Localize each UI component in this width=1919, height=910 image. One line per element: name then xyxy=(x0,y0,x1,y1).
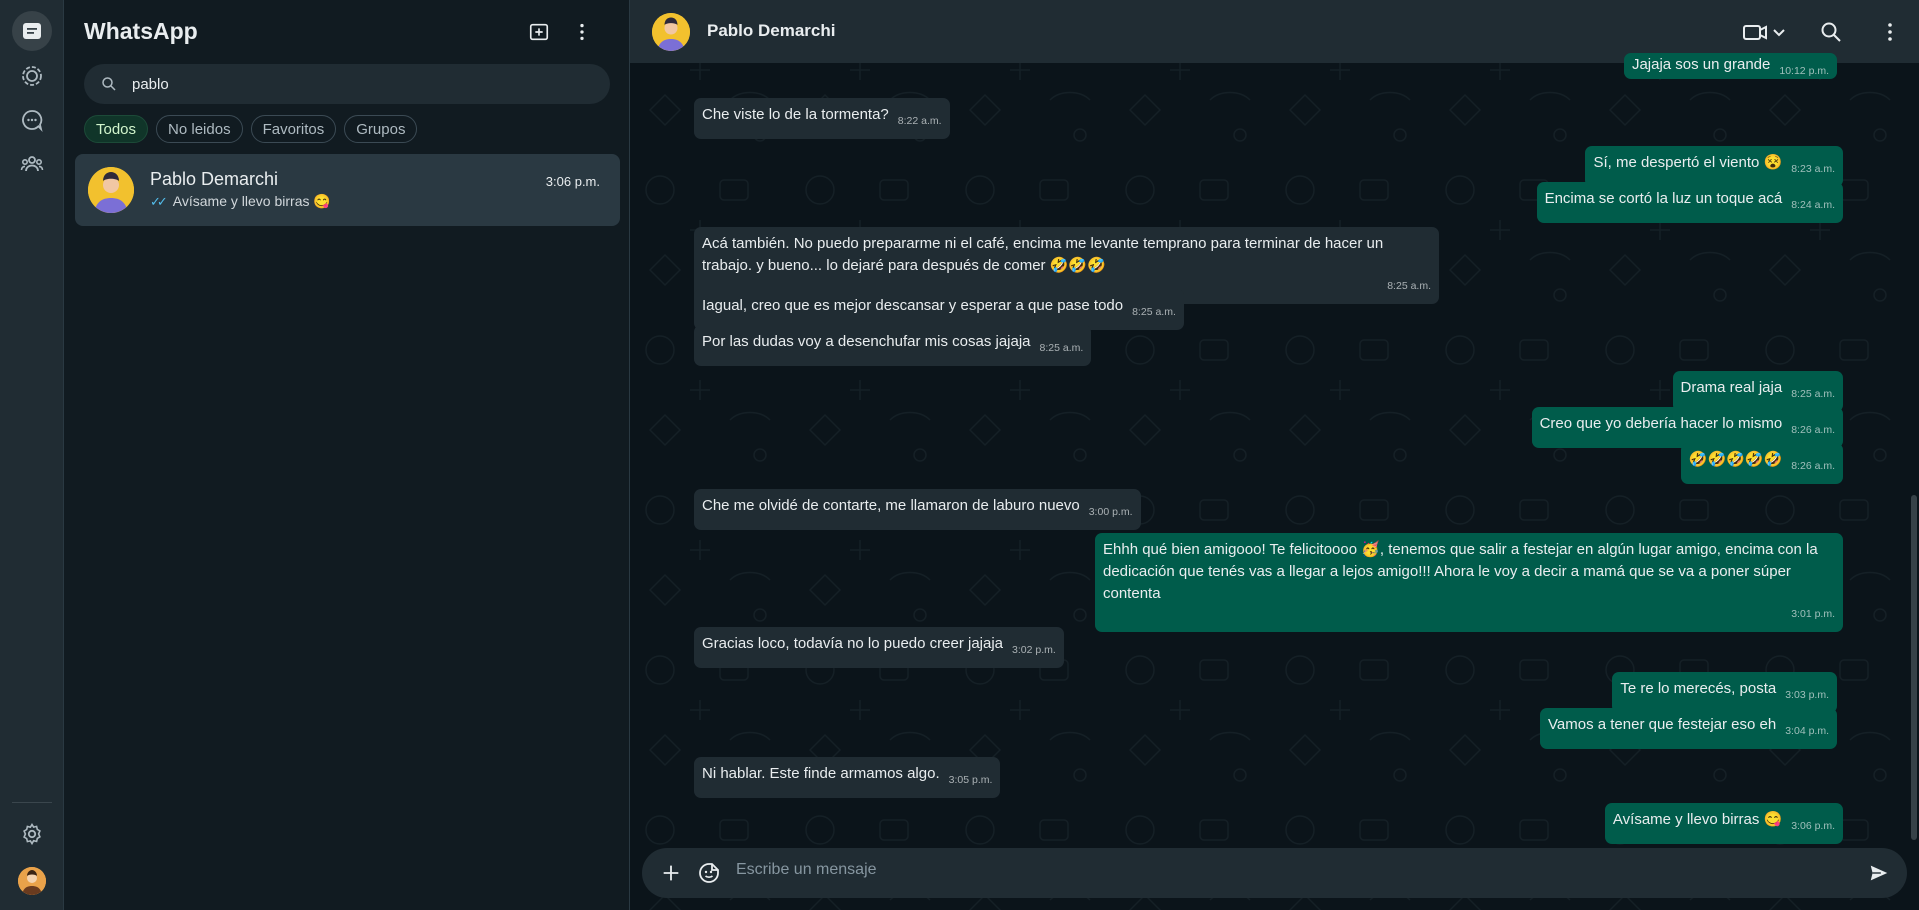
message-text: Avísame y llevo birras 😋 xyxy=(1612,811,1783,828)
chat-time: 3:06 p.m. xyxy=(545,174,600,189)
message-time: 8:26 a.m. xyxy=(1791,460,1835,472)
filter-grupos[interactable]: Grupos xyxy=(344,115,418,143)
message-in[interactable]: Por las dudas voy a desenchufar mis cosa… xyxy=(694,325,1092,366)
conversation-menu-icon[interactable] xyxy=(1878,18,1902,46)
message-text: 🤣🤣🤣🤣🤣 xyxy=(1688,451,1783,468)
filter-todos[interactable]: Todos xyxy=(84,115,149,143)
message-time: 3:02 p.m. xyxy=(1012,644,1056,656)
message-out[interactable]: Drama real jaja 8:25 a.m. xyxy=(1672,371,1843,412)
message-input[interactable] xyxy=(736,861,1836,879)
message-text: Acá también. No puedo prepararme ni el c… xyxy=(702,235,1384,274)
menu-icon[interactable] xyxy=(568,18,596,46)
chats-icon[interactable] xyxy=(12,11,52,51)
message-text: Drama real jaja xyxy=(1680,379,1783,396)
contact-name[interactable]: Pablo Demarchi xyxy=(707,21,836,41)
message-out[interactable]: Sí, me despertó el viento 😵 8:23 a.m. xyxy=(1585,146,1843,187)
profile-avatar[interactable] xyxy=(18,867,46,895)
message-time: 8:24 a.m. xyxy=(1791,199,1835,211)
message-out[interactable]: Encima se cortó la luz un toque acá 8:24 … xyxy=(1536,182,1843,223)
video-call-icon[interactable] xyxy=(1742,18,1788,46)
message-out[interactable]: Ehhh qué bien amigooo! Te felicitoooo 🥳,… xyxy=(1095,533,1843,632)
message-out[interactable]: 🤣🤣🤣🤣🤣 8:26 a.m. xyxy=(1680,443,1843,484)
message-composer xyxy=(642,848,1907,898)
message-time: 8:22 a.m. xyxy=(897,115,942,127)
message-time: 3:00 p.m. xyxy=(1088,506,1133,518)
search-icon[interactable] xyxy=(1817,18,1845,46)
contact-avatar[interactable] xyxy=(652,13,690,51)
status-icon[interactable] xyxy=(16,60,48,92)
message-text: Iagual, creo que es mejor descansar y es… xyxy=(702,297,1124,314)
new-chat-icon[interactable] xyxy=(525,18,553,46)
message-out[interactable]: Creo que yo debería hacer lo mismo 8:26 a… xyxy=(1531,407,1843,448)
message-in[interactable]: Che me olvidé de contarte, me llamaron d… xyxy=(694,489,1141,530)
message-text: Ehhh qué bien amigooo! Te felicitoooo 🥳,… xyxy=(1103,541,1818,602)
filter-chips: Todos No leidos Favoritos Grupos xyxy=(84,115,418,143)
message-time: 8:25 a.m. xyxy=(1791,388,1835,400)
message-time: 10:12 p.m. xyxy=(1779,65,1829,77)
message-time: 3:06 p.m. xyxy=(1791,820,1835,832)
filter-favoritos[interactable]: Favoritos xyxy=(250,115,337,143)
read-ticks-icon: ✓✓ xyxy=(150,193,168,209)
rail-divider xyxy=(12,802,52,803)
message-time: 8:26 a.m. xyxy=(1791,424,1835,436)
app-title: WhatsApp xyxy=(84,18,198,44)
message-out[interactable]: Vamos a tener que festejar eso eh 3:04 p.… xyxy=(1540,708,1837,749)
message-time: 3:04 p.m. xyxy=(1785,725,1829,737)
search-box[interactable] xyxy=(84,64,610,104)
settings-icon[interactable] xyxy=(16,818,48,850)
message-out[interactable]: Avísame y llevo birras 😋 3:06 p.m. xyxy=(1604,803,1843,844)
send-icon[interactable] xyxy=(1866,860,1892,886)
search-input[interactable] xyxy=(132,75,592,93)
attach-plus-icon[interactable] xyxy=(658,860,684,886)
conversation-scrollbar[interactable] xyxy=(1911,495,1917,840)
message-text: Ni hablar. Este finde armamos algo. xyxy=(702,765,940,782)
message-text: Gracias loco, todavía no lo puedo creer … xyxy=(702,635,1004,652)
avatar xyxy=(88,167,134,213)
message-time: 3:03 p.m. xyxy=(1785,689,1829,701)
communities-icon[interactable] xyxy=(16,148,48,180)
message-in[interactable]: Che viste lo de la tormenta? 8:22 a.m. xyxy=(694,98,950,139)
filter-no-leidos[interactable]: No leidos xyxy=(156,115,243,143)
message-time: 8:23 a.m. xyxy=(1791,163,1835,175)
sticker-icon[interactable] xyxy=(696,860,722,886)
message-time: 3:01 p.m. xyxy=(1791,608,1835,620)
message-out[interactable]: Jajaja sos un grande 10:12 p.m. xyxy=(1623,53,1837,79)
message-text: Vamos a tener que festejar eso eh xyxy=(1548,716,1777,733)
message-out[interactable]: Te re lo merecés, posta 3:03 p.m. xyxy=(1612,672,1837,713)
message-text: Jajaja sos un grande xyxy=(1631,56,1771,73)
search-icon xyxy=(100,75,118,93)
message-text: Sí, me despertó el viento 😵 xyxy=(1593,154,1783,171)
message-text: Che me olvidé de contarte, me llamaron d… xyxy=(702,497,1080,514)
channels-icon[interactable] xyxy=(16,104,48,136)
message-text: Por las dudas voy a desenchufar mis cosa… xyxy=(702,333,1031,350)
message-text: Che viste lo de la tormenta? xyxy=(702,106,889,123)
chat-list-item[interactable]: Pablo Demarchi 3:06 p.m. ✓✓ Avísame y ll… xyxy=(75,154,620,226)
conversation-panel: Pablo Demarchi Jajaja sos un grande 10:12… xyxy=(630,0,1919,910)
chat-name: Pablo Demarchi xyxy=(150,169,279,189)
message-in[interactable]: Iagual, creo que es mejor descansar y es… xyxy=(694,289,1184,330)
message-text: Creo que yo debería hacer lo mismo xyxy=(1539,415,1783,432)
message-time: 8:25 a.m. xyxy=(1132,306,1176,318)
chat-preview: ✓✓ Avísame y llevo birras 😋 xyxy=(150,193,331,210)
chat-preview-text: Avísame y llevo birras 😋 xyxy=(172,193,331,209)
left-rail xyxy=(0,0,64,910)
message-text: Te re lo merecés, posta xyxy=(1620,680,1777,697)
message-time: 3:05 p.m. xyxy=(948,774,993,786)
message-time: 8:25 a.m. xyxy=(1039,342,1084,354)
chat-list-panel: WhatsApp Todos No leidos Favoritos Grupo… xyxy=(64,0,630,910)
message-in[interactable]: Ni hablar. Este finde armamos algo. 3:05 … xyxy=(694,757,1001,798)
message-in[interactable]: Gracias loco, todavía no lo puedo creer … xyxy=(694,627,1064,668)
message-text: Encima se cortó la luz un toque acá xyxy=(1544,190,1783,207)
